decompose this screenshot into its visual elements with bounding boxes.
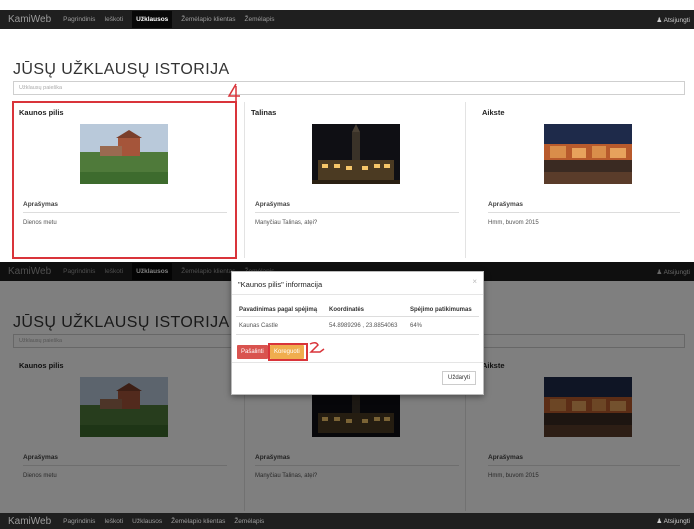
- logout-link[interactable]: ♟ Atsijungti: [656, 16, 690, 24]
- nav-link-home[interactable]: Pagrindinis: [63, 518, 95, 525]
- annotation-marker-2: [309, 341, 325, 353]
- column-header: Spėjimo patikimumas: [410, 307, 472, 313]
- card-desc: Manyčiau Talinas, ate̜i?: [255, 220, 318, 226]
- column-header: Koordinatės: [329, 307, 365, 313]
- card-desc: Hmm, buvom 2015: [488, 220, 539, 226]
- card-title: Aikste: [482, 108, 505, 117]
- divider: [236, 316, 479, 317]
- annotation-marker-1: [227, 83, 240, 102]
- table-cell: Kaunas Castle: [239, 323, 279, 329]
- card-image-square: [544, 124, 632, 184]
- info-modal: "Kaunos pilis" informacija × Pavadinimas…: [231, 271, 484, 395]
- nav-link-search[interactable]: Ieškoti: [104, 16, 123, 23]
- nav-link-search[interactable]: Ieškoti: [104, 518, 123, 525]
- divider: [255, 212, 459, 213]
- card-desc-heading: Aprašymas: [255, 201, 291, 208]
- nav-link-map-client[interactable]: Žemėlapio klientas: [181, 16, 235, 23]
- divider: [236, 334, 479, 335]
- logout-link[interactable]: ♟ Atsijungti: [656, 517, 690, 525]
- brand-link[interactable]: KamiWeb: [8, 14, 51, 25]
- user-icon: ♟: [656, 16, 663, 24]
- nav-link-queries[interactable]: Užklausos: [132, 11, 173, 28]
- brand-link[interactable]: KamiWeb: [8, 516, 51, 527]
- annotation-highlight-box: [12, 101, 237, 259]
- nav-link-map[interactable]: Žemėlapis: [234, 518, 264, 525]
- card-title: Talinas: [251, 108, 277, 117]
- divider: [488, 212, 680, 213]
- page-title: JŪSŲ UŽKLAUSŲ ISTORIJA: [13, 61, 230, 78]
- nav-link-map-client[interactable]: Žemėlapio klientas: [171, 518, 225, 525]
- history-card[interactable]: Aikste Aprašymas Hmm, buvom 2015: [466, 102, 690, 244]
- close-icon[interactable]: ×: [472, 277, 477, 286]
- column-header: Pavadinimas pagal spėjimą: [239, 307, 318, 313]
- modal-title: "Kaunos pilis" informacija: [238, 280, 323, 289]
- search-input[interactable]: Užklausų paieška: [13, 81, 685, 95]
- card-desc-heading: Aprašymas: [488, 201, 524, 208]
- nav-link-home[interactable]: Pagrindinis: [63, 16, 95, 23]
- divider: [232, 362, 483, 363]
- nav-link-queries[interactable]: Užklausos: [132, 518, 162, 525]
- user-icon: ♟: [656, 518, 663, 525]
- table-cell: 64%: [410, 323, 423, 329]
- navbar-footer: KamiWeb Pagrindinis Ieškoti Užklausos Že…: [0, 513, 694, 529]
- navbar-top: KamiWeb Pagrindinis Ieškoti Užklausos Že…: [0, 10, 694, 29]
- divider: [232, 294, 483, 295]
- history-card[interactable]: Talinas Aprašymas Manyčiau Talinas, ate̜…: [245, 102, 469, 244]
- table-cell: 54.8989296 , 23.8854063: [329, 323, 398, 329]
- annotation-highlight-box: [268, 343, 308, 361]
- nav-link-map[interactable]: Žemėlapis: [245, 16, 275, 23]
- close-button[interactable]: Uždaryti: [441, 371, 476, 385]
- card-image-tallinn: [312, 124, 400, 184]
- delete-button[interactable]: Pašalinti: [237, 345, 268, 359]
